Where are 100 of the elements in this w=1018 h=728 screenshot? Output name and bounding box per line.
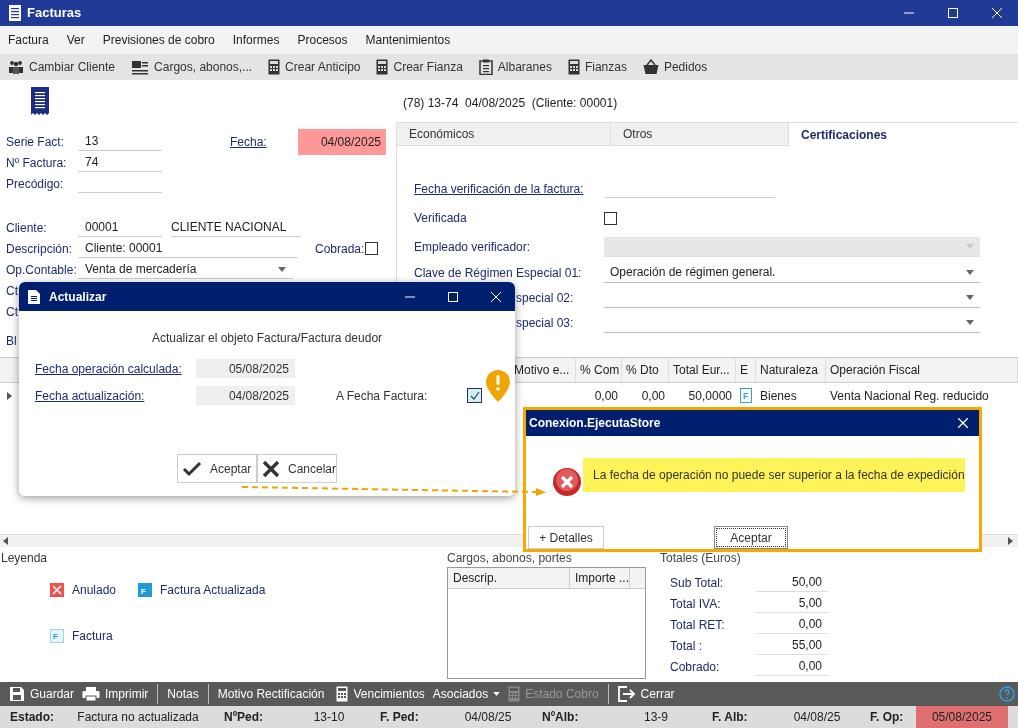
column-header[interactable]: Importe ... (570, 568, 630, 588)
table-cell-text: 50,0000 (688, 387, 732, 405)
status-label: F. Op: (869, 709, 905, 726)
field-label: Total IVA: (670, 595, 722, 613)
status-label: NºPed: (223, 709, 265, 726)
text-field[interactable]: 13 (78, 132, 162, 151)
caret-icon (966, 319, 974, 325)
tab[interactable]: Certificaciones (788, 122, 1018, 146)
checkbox[interactable] (467, 388, 482, 403)
field-label: Serie Fact: (6, 133, 65, 151)
help-icon[interactable] (999, 686, 1015, 702)
text-field[interactable]: CLIENTE NACIONAL (171, 218, 301, 237)
close-icon[interactable] (491, 291, 501, 302)
tab[interactable]: Económicos (396, 122, 610, 146)
text-field[interactable]: Cliente: 00001 (78, 239, 298, 258)
toolbar-button[interactable]: Pedidos (642, 58, 708, 76)
date-field[interactable]: 04/08/2025 (196, 386, 295, 405)
toolbar-button[interactable]: Cargos, abonos,... (131, 58, 253, 76)
field-label: special 03: (516, 314, 574, 332)
scroll-right-icon[interactable] (1008, 537, 1013, 545)
field-label: special 02: (516, 289, 574, 307)
field-label: Precódigo: (6, 175, 64, 193)
date-field[interactable]: 04/08/2025 (298, 128, 386, 155)
date-field[interactable]: 05/08/2025 (196, 359, 295, 378)
document-icon (9, 5, 21, 21)
toolbar-button[interactable]: Asociados (428, 685, 505, 703)
status-value: 05/08/2025 (916, 706, 1008, 728)
field-label: Fecha actualización: (35, 387, 145, 405)
toolbar-button[interactable]: Crear Fianza (376, 58, 463, 76)
status-label: NºAlb: (541, 709, 580, 726)
invoice-badge: F (50, 629, 64, 643)
column-header[interactable]: Naturaleza (756, 358, 826, 382)
toolbar-button[interactable]: Cambiar Cliente (8, 58, 116, 76)
toolbar-button[interactable]: Notas (163, 685, 203, 703)
table-cell-text: 0,00 (641, 387, 665, 405)
legend-label: Factura Actualizada (160, 582, 266, 599)
id-card-icon (131, 59, 150, 75)
row-pointer-icon (7, 391, 12, 400)
caret-icon (966, 294, 974, 300)
legend-label: Factura (72, 628, 113, 645)
column-header[interactable]: E (736, 358, 756, 382)
menu-item[interactable]: Mantenimientos (365, 31, 451, 49)
toolbar-button[interactable]: Albaranes (478, 58, 552, 76)
scroll-left-icon[interactable] (3, 537, 8, 545)
field-label: Total RET: (670, 616, 726, 634)
column-header[interactable]: % Com (576, 358, 622, 382)
close-icon[interactable] (958, 418, 968, 428)
toolbar-button[interactable]: Guardar (5, 685, 79, 703)
toolbar-button[interactable]: Crear Anticipo (268, 58, 361, 76)
cross-icon (262, 459, 280, 478)
dialog-button[interactable]: Aceptar (177, 454, 257, 483)
column-header[interactable]: % Dto (622, 358, 669, 382)
field-label: Fecha operación calculada: (35, 360, 182, 378)
maximize-icon[interactable] (948, 8, 958, 18)
checkbox[interactable] (365, 242, 379, 255)
accept-button[interactable]: Aceptar (714, 526, 788, 549)
caret-icon (966, 243, 974, 249)
toolbar-button[interactable]: Cerrar (613, 685, 679, 703)
text-field[interactable]: 74 (78, 153, 162, 172)
status-value: 04/08/25 (792, 709, 842, 726)
menu-item[interactable]: Factura (8, 31, 49, 49)
close-icon[interactable] (992, 8, 1002, 18)
maximize-icon[interactable] (448, 291, 458, 302)
toolbar-button[interactable]: Imprimir (78, 685, 153, 703)
dialog-title: Conexion.EjecutaStore (529, 415, 662, 432)
tab[interactable]: Otros (610, 122, 788, 146)
toolbar-button[interactable]: Motivo Rectificación (213, 685, 329, 703)
record-summary: (78) 13-74 04/08/2025 (Cliente: 00001) (403, 96, 618, 110)
caret-icon (966, 269, 974, 275)
section-title: Totales (Euros) (660, 550, 741, 567)
clipboard-icon (478, 59, 493, 75)
field-label: Empleado verificador: (414, 238, 531, 256)
field-label: Nº Factura: (6, 154, 67, 172)
text-field[interactable]: 00001 (78, 218, 162, 237)
menu-item[interactable]: Procesos (297, 31, 348, 49)
column-header[interactable]: Descrip. (448, 568, 570, 588)
column-header[interactable]: Total Eur... (669, 358, 736, 382)
field-label: A Fecha Factura: (336, 387, 429, 405)
section-title: Cargos, abonos, portes (447, 550, 572, 567)
check-icon (182, 460, 202, 477)
cancelled-icon (50, 583, 64, 597)
toolbar-button[interactable]: Vencimientos (332, 685, 429, 703)
dropdown[interactable]: Venta de mercadería (78, 260, 293, 279)
menu-item[interactable]: Informes (232, 31, 280, 49)
calculator-icon (268, 59, 281, 75)
column-header[interactable]: Operación Fiscal (826, 358, 1018, 382)
warning-pin-icon (486, 370, 510, 402)
details-button[interactable]: + Detalles (528, 526, 604, 549)
menu-item[interactable]: Ver (66, 31, 85, 49)
field-label: Ct (6, 282, 18, 300)
document-icon (28, 289, 40, 304)
status-value: 04/08/25 (463, 709, 513, 726)
toolbar-button[interactable]: Fianzas (567, 58, 627, 76)
field-label: Clave de Régimen Especial 01: (414, 264, 582, 282)
field-label: Ct (6, 303, 18, 321)
checkbox[interactable] (604, 211, 617, 225)
dialog-button[interactable]: Cancelar (257, 454, 337, 483)
menu-item[interactable]: Previsiones de cobro (102, 31, 215, 49)
status-label: Estado: (9, 709, 55, 726)
caret-icon (278, 266, 286, 272)
